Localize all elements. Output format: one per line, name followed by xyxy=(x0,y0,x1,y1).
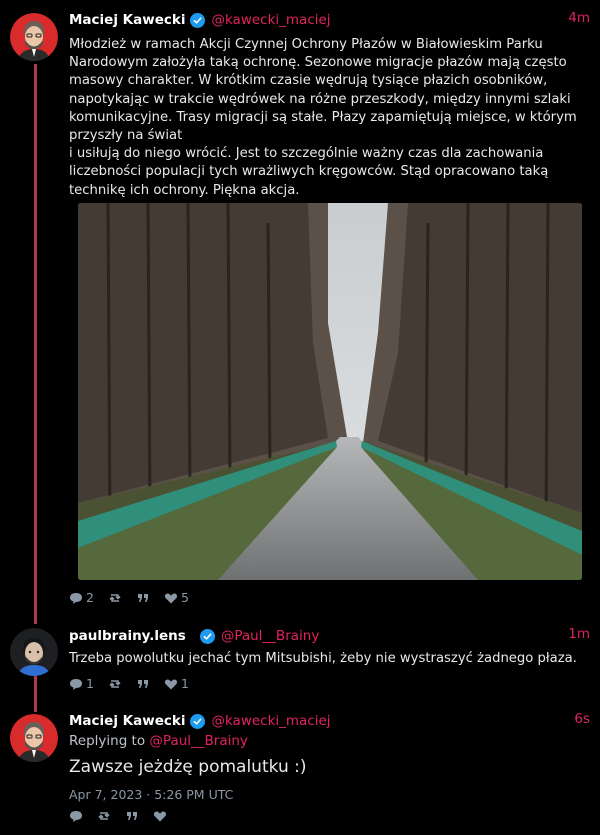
quote-icon xyxy=(127,812,137,820)
post-actions: 2 5 xyxy=(69,590,189,605)
replying-handle-link[interactable]: @Paul__Brainy xyxy=(149,733,248,749)
quote-button[interactable] xyxy=(125,809,139,823)
reply-button[interactable] xyxy=(69,809,83,823)
replying-label: Replying to xyxy=(69,733,146,749)
retweet-button[interactable] xyxy=(97,809,111,823)
post-focus: Maciej Kawecki @kawecki_maciej 6s Replyi… xyxy=(69,711,590,802)
retweet-button[interactable] xyxy=(108,591,122,605)
heart-icon xyxy=(164,679,178,689)
author-handle[interactable]: @Paul__Brainy xyxy=(221,628,320,644)
quote-icon xyxy=(137,679,148,688)
reply-count: 1 xyxy=(86,676,94,691)
thread-line xyxy=(34,64,37,624)
post-time[interactable]: 4m xyxy=(568,10,590,26)
quote-button[interactable] xyxy=(136,591,150,605)
author-handle[interactable]: @kawecki_maciej xyxy=(211,12,330,28)
post-actions xyxy=(69,809,167,823)
retweet-icon xyxy=(109,593,121,602)
post-date[interactable]: Apr 7, 2023 · 5:26 PM UTC xyxy=(69,787,590,802)
like-button[interactable]: 5 xyxy=(164,590,189,605)
retweet-icon xyxy=(109,679,121,688)
heart-icon xyxy=(164,593,178,603)
post-text: Trzeba powolutku jechać tym Mitsubishi, … xyxy=(69,651,577,666)
like-button[interactable]: 1 xyxy=(164,676,189,691)
post-actions: 1 1 xyxy=(69,676,189,691)
comment-icon xyxy=(70,678,82,690)
author-handle[interactable]: @kawecki_maciej xyxy=(211,713,330,729)
avatar[interactable] xyxy=(10,714,58,762)
post-text: Zawsze jeżdżę pomalutku :) xyxy=(69,757,307,777)
reply-button[interactable]: 2 xyxy=(69,590,94,605)
heart-icon xyxy=(153,811,167,822)
verified-badge-icon xyxy=(190,713,206,729)
verified-badge-icon xyxy=(199,628,215,644)
author-name[interactable]: Maciej Kawecki xyxy=(69,12,185,28)
quote-icon xyxy=(137,593,148,602)
post-main: Maciej Kawecki @kawecki_maciej 4m Młodzi… xyxy=(69,10,590,200)
post-time[interactable]: 6s xyxy=(574,711,590,727)
reply-button[interactable]: 1 xyxy=(69,676,94,691)
verified-badge-icon xyxy=(190,12,206,28)
like-count: 1 xyxy=(180,676,189,691)
avatar[interactable] xyxy=(10,628,58,676)
quote-button[interactable] xyxy=(136,677,150,691)
like-count: 5 xyxy=(180,590,189,605)
thread-line xyxy=(34,676,37,712)
post-image[interactable] xyxy=(78,203,582,580)
post-text: Młodzież w ramach Akcji Czynnej Ochrony … xyxy=(69,37,577,198)
reply-count: 2 xyxy=(86,590,94,605)
post-reply: paulbrainy.lens @Paul__Brainy 1m Trzeba … xyxy=(69,626,590,668)
retweet-icon xyxy=(98,812,110,820)
avatar[interactable] xyxy=(10,13,58,61)
author-name[interactable]: Maciej Kawecki xyxy=(69,713,185,729)
author-name[interactable]: paulbrainy.lens xyxy=(69,628,186,644)
post-time[interactable]: 1m xyxy=(568,626,590,642)
like-button[interactable] xyxy=(153,809,167,823)
retweet-button[interactable] xyxy=(108,677,122,691)
comment-icon xyxy=(70,592,82,604)
replying-to: Replying to @Paul__Brainy xyxy=(69,733,590,749)
comment-icon xyxy=(70,811,82,822)
